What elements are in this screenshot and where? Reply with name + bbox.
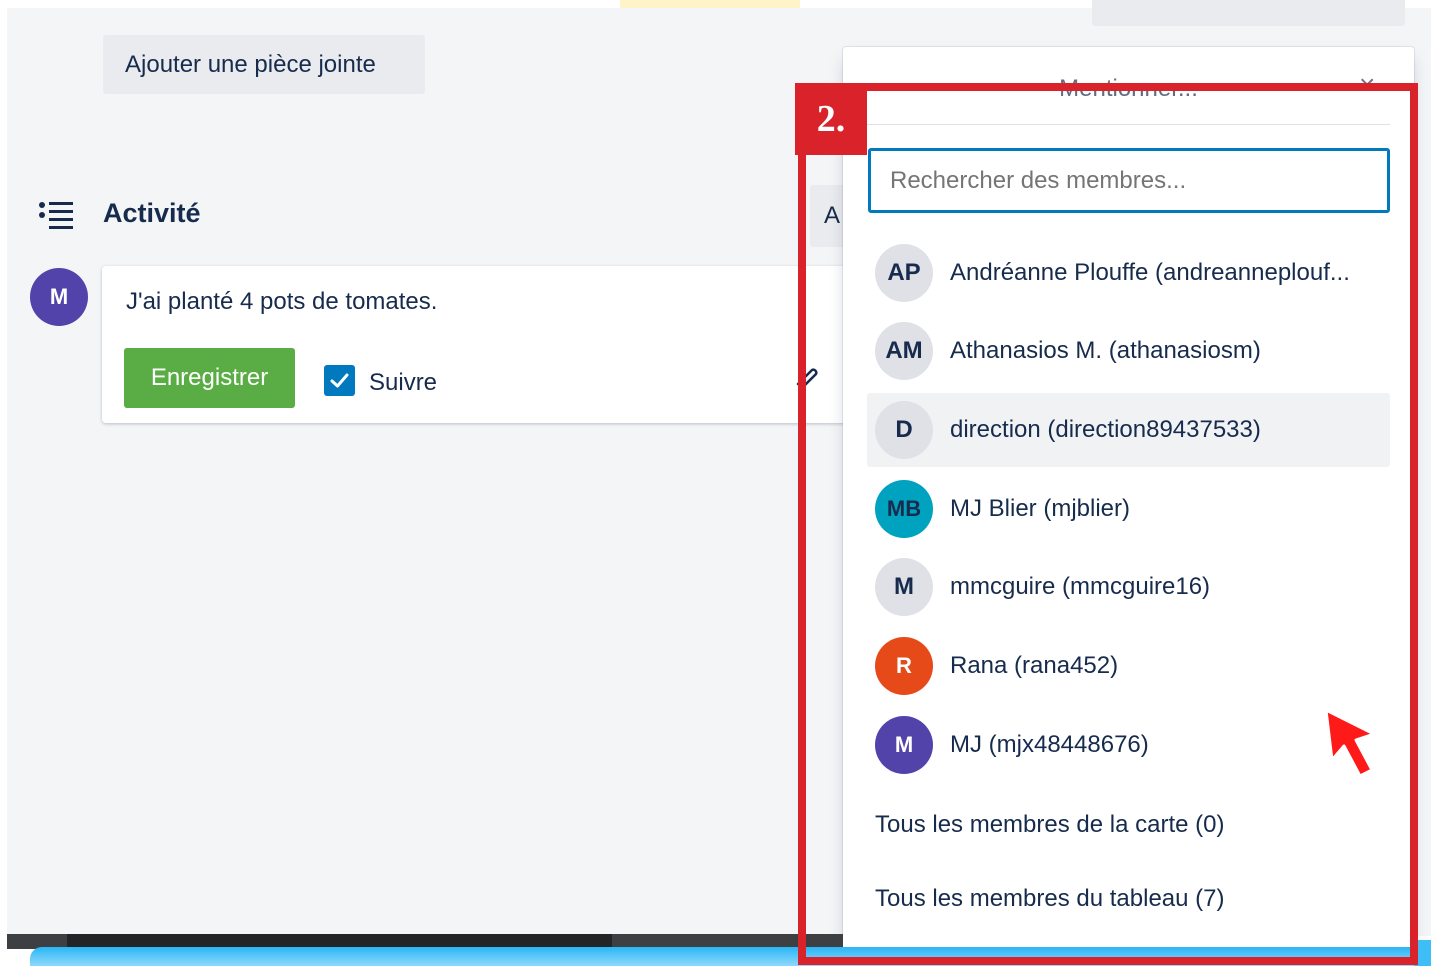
activity-title: Activité xyxy=(103,198,201,228)
attachment-icon[interactable] xyxy=(792,362,820,390)
activity-icon xyxy=(39,202,73,229)
popover-divider xyxy=(867,124,1390,125)
member-item[interactable]: D direction (direction89437533) xyxy=(867,393,1390,467)
member-item[interactable]: MB MJ Blier (mjblier) xyxy=(867,472,1390,546)
member-name: Athanasios M. (athanasiosm) xyxy=(950,337,1261,364)
avatar: M xyxy=(875,716,933,774)
annotation-step-label: 2. xyxy=(795,83,867,155)
mention-popover: Mentionner... × AP Andréanne Plouffe (an… xyxy=(843,47,1414,952)
card-members-option[interactable]: Tous les membres de la carte (0) xyxy=(875,811,1224,839)
checkmark-icon xyxy=(330,373,349,388)
member-item[interactable]: R Rana (rana452) xyxy=(867,629,1390,703)
sidebar-button-partial[interactable] xyxy=(1092,0,1405,26)
avatar: M xyxy=(875,558,933,616)
avatar[interactable]: M xyxy=(30,268,88,326)
attach-button[interactable]: Ajouter une pièce jointe xyxy=(103,35,425,94)
header-decoration xyxy=(620,0,800,8)
member-name: Andréanne Plouffe (andreanneplouf... xyxy=(950,259,1350,286)
avatar: MB xyxy=(875,480,933,538)
member-name: MJ (mjx48448676) xyxy=(950,731,1149,758)
avatar: R xyxy=(875,637,933,695)
follow-label[interactable]: Suivre xyxy=(369,369,437,397)
member-search-input[interactable] xyxy=(868,148,1390,213)
close-icon[interactable]: × xyxy=(1359,69,1375,101)
avatar: AM xyxy=(875,322,933,380)
member-name: MJ Blier (mjblier) xyxy=(950,495,1130,522)
follow-checkbox[interactable] xyxy=(324,365,355,396)
avatar: AP xyxy=(875,244,933,302)
cursor-arrow-icon xyxy=(1324,708,1376,778)
board-members-option[interactable]: Tous les membres du tableau (7) xyxy=(875,885,1225,913)
member-name: direction (direction89437533) xyxy=(950,416,1261,443)
comment-text[interactable]: J'ai planté 4 pots de tomates. xyxy=(126,288,437,316)
member-item[interactable]: M MJ (mjx48448676) xyxy=(867,708,1390,782)
member-name: mmcguire (mmcguire16) xyxy=(950,573,1211,600)
member-item[interactable]: AM Athanasios M. (athanasiosm) xyxy=(867,314,1390,388)
save-button[interactable]: Enregistrer xyxy=(124,348,295,408)
popover-title: Mentionner... xyxy=(1059,75,1198,102)
avatar: D xyxy=(875,401,933,459)
member-item[interactable]: AP Andréanne Plouffe (andreanneplouf... xyxy=(867,236,1390,310)
bottom-glow xyxy=(30,947,1431,966)
bottom-edge xyxy=(1414,940,1431,966)
member-name: Rana (rana452) xyxy=(950,652,1119,679)
comment-editor[interactable]: J'ai planté 4 pots de tomates. Enregistr… xyxy=(102,266,862,423)
member-item[interactable]: M mmcguire (mmcguire16) xyxy=(867,550,1390,624)
